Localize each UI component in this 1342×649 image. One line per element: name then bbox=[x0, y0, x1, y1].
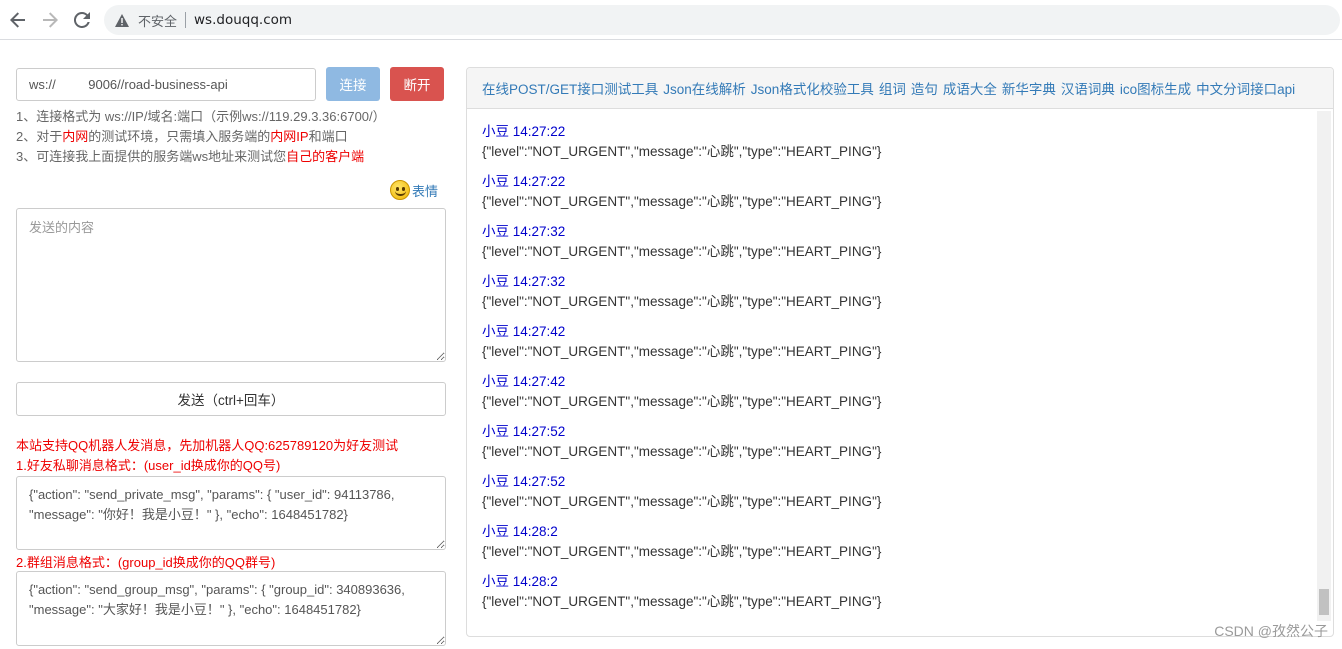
group-format-title: 2.群组消息格式：(group_id换成你的QQ群号) bbox=[16, 555, 276, 570]
list-item: 小豆 14:27:32 {"level":"NOT_URGENT","messag… bbox=[482, 274, 882, 309]
connection-tips: 1、连接格式为 ws://IP/域名:端口（示例ws://119.29.3.36… bbox=[16, 107, 386, 167]
message-panel: 在线POST/GET接口测试工具 Json在线解析 Json格式化校验工具 组词… bbox=[466, 67, 1334, 637]
reload-icon[interactable] bbox=[70, 8, 94, 32]
link-chengyu[interactable]: 成语大全 bbox=[943, 78, 997, 98]
browser-toolbar: 不安全 ws.douqq.com bbox=[0, 0, 1342, 40]
warning-triangle-icon[interactable] bbox=[114, 12, 130, 28]
list-item: 小豆 14:27:52 {"level":"NOT_URGENT","messag… bbox=[482, 424, 882, 459]
connect-button[interactable]: 连接 bbox=[326, 67, 380, 101]
group-msg-example[interactable]: {"action": "send_group_msg", "params": {… bbox=[16, 571, 446, 646]
insecure-label: 不安全 bbox=[138, 14, 178, 30]
link-json-validate[interactable]: Json格式化校验工具 bbox=[751, 78, 874, 98]
link-zuci[interactable]: 组词 bbox=[879, 78, 906, 98]
link-segment-api[interactable]: 中文分词接口api bbox=[1196, 78, 1295, 98]
list-item: 小豆 14:27:22 {"level":"NOT_URGENT","messag… bbox=[482, 174, 882, 209]
tip-line-1: 1、连接格式为 ws://IP/域名:端口（示例ws://119.29.3.36… bbox=[16, 109, 386, 124]
disconnect-button[interactable]: 断开 bbox=[390, 67, 444, 101]
emoji-picker[interactable]: 表情 bbox=[390, 180, 438, 200]
forward-arrow-icon[interactable] bbox=[38, 8, 62, 32]
tip-line-2: 2、对于内网的测试环境，只需填入服务端的内网IP和端口 bbox=[16, 129, 348, 144]
omnibox-divider bbox=[185, 12, 187, 28]
link-ico-gen[interactable]: ico图标生成 bbox=[1120, 78, 1191, 98]
address-bar[interactable]: 不安全 ws.douqq.com bbox=[104, 5, 1340, 35]
list-item: 小豆 14:28:2 {"level":"NOT_URGENT","message… bbox=[482, 574, 882, 609]
private-msg-example[interactable]: {"action": "send_private_msg", "params":… bbox=[16, 476, 446, 550]
qq-notice: 本站支持QQ机器人发消息，先加机器人QQ:625789120为好友测试 bbox=[16, 438, 399, 453]
emoji-label[interactable]: 表情 bbox=[412, 181, 438, 200]
tip-line-3: 3、可连接我上面提供的服务端ws地址来测试您自己的客户端 bbox=[16, 149, 365, 164]
url-text[interactable]: ws.douqq.com bbox=[194, 12, 292, 28]
csdn-watermark: CSDN @孜然公子 bbox=[1214, 623, 1328, 639]
back-arrow-icon[interactable] bbox=[6, 8, 30, 32]
tool-links-bar: 在线POST/GET接口测试工具 Json在线解析 Json格式化校验工具 组词… bbox=[467, 68, 1333, 109]
link-xinhua-dict[interactable]: 新华字典 bbox=[1002, 78, 1056, 98]
ws-address-input[interactable] bbox=[16, 68, 316, 101]
smiley-icon[interactable] bbox=[390, 180, 410, 200]
link-zaoju[interactable]: 造句 bbox=[911, 78, 938, 98]
link-post-get-tool[interactable]: 在线POST/GET接口测试工具 bbox=[482, 78, 658, 98]
list-item: 小豆 14:28:2 {"level":"NOT_URGENT","message… bbox=[482, 524, 882, 559]
send-button[interactable]: 发送（ctrl+回车） bbox=[16, 382, 446, 416]
list-item: 小豆 14:27:22 {"level":"NOT_URGENT","messag… bbox=[482, 124, 882, 159]
qq-bot-notes: 本站支持QQ机器人发消息，先加机器人QQ:625789120为好友测试 1.好友… bbox=[16, 436, 398, 476]
private-format-title: 1.好友私聊消息格式：(user_id换成你的QQ号) bbox=[16, 458, 281, 473]
link-json-parse[interactable]: Json在线解析 bbox=[663, 78, 746, 98]
list-item: 小豆 14:27:42 {"level":"NOT_URGENT","messag… bbox=[482, 324, 882, 359]
message-log: 小豆 14:27:22 {"level":"NOT_URGENT","messag… bbox=[482, 122, 881, 622]
list-item: 小豆 14:27:32 {"level":"NOT_URGENT","messag… bbox=[482, 224, 882, 259]
message-textarea[interactable] bbox=[16, 208, 446, 362]
message-scrollbar[interactable] bbox=[1317, 111, 1331, 621]
list-item: 小豆 14:27:42 {"level":"NOT_URGENT","messag… bbox=[482, 374, 882, 409]
link-hanyu-dict[interactable]: 汉语词典 bbox=[1061, 78, 1115, 98]
list-item: 小豆 14:27:52 {"level":"NOT_URGENT","messag… bbox=[482, 474, 882, 509]
scroll-thumb[interactable] bbox=[1319, 589, 1329, 615]
